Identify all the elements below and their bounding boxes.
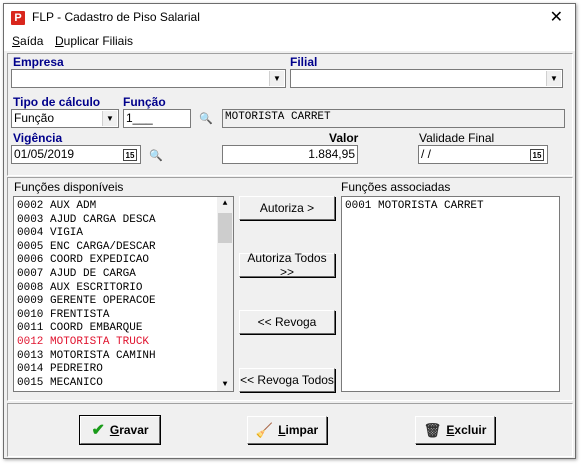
funcao-name-field: MOTORISTA CARRET xyxy=(222,109,565,128)
validade-final-value: / / xyxy=(421,147,432,161)
list-item[interactable]: 0009 GERENTE OPERACOE xyxy=(14,295,233,309)
menu-saida[interactable]: Saída xyxy=(12,34,43,48)
revoga-todos-button[interactable]: << Revoga Todos xyxy=(239,368,335,392)
list-item[interactable]: 0005 ENC CARGA/DESCAR xyxy=(14,241,233,255)
vigencia-date-input[interactable]: 01/05/2019 xyxy=(11,145,141,164)
vigencia-value: 01/05/2019 xyxy=(14,147,75,161)
close-icon[interactable]: ✕ xyxy=(550,7,563,27)
autoriza-todos-button[interactable]: Autoriza Todos >> xyxy=(239,251,335,279)
limpar-label: Limpar xyxy=(278,423,318,437)
limpar-button[interactable]: 🧹 Limpar xyxy=(247,416,327,444)
window-title: FLP - Cadastro de Piso Salarial xyxy=(32,10,200,24)
autoriza-label: Autoriza > xyxy=(259,201,315,215)
list-item[interactable]: 0004 VIGIA xyxy=(14,227,233,241)
excluir-button[interactable]: 🗑 Excluir xyxy=(415,416,495,444)
chevron-up-icon[interactable]: ▲ xyxy=(217,199,233,208)
limpar-label-rest: impar xyxy=(285,423,319,437)
empresa-label: Empresa xyxy=(13,55,64,69)
revoga-todos-label: << Revoga Todos xyxy=(240,373,334,387)
list-item[interactable]: 0002 AUX ADM xyxy=(14,200,233,214)
excluir-label-rest: xcluir xyxy=(454,423,487,437)
check-icon: ✔ xyxy=(91,422,105,439)
search-binoculars-icon[interactable]: 🔍 xyxy=(199,112,213,125)
list-item[interactable]: 0012 MOTORISTA TRUCK xyxy=(14,336,233,350)
list-item[interactable]: 0015 MECANICO xyxy=(14,377,233,391)
gravar-label: Gravar xyxy=(110,423,149,437)
scrollbar[interactable]: ▲ ▼ xyxy=(217,197,233,391)
search-binoculars-icon[interactable]: 🔍 xyxy=(149,149,163,162)
scroll-thumb[interactable] xyxy=(218,213,232,243)
funcao-code-input[interactable]: 1___ xyxy=(123,109,191,128)
gravar-button[interactable]: ✔ Gravar xyxy=(79,415,161,445)
chevron-down-icon[interactable]: ▼ xyxy=(102,111,117,126)
tipo-calculo-value: Função xyxy=(14,111,55,125)
broom-icon: 🧹 xyxy=(255,421,274,438)
validade-final-label: Validade Final xyxy=(419,131,495,145)
autoriza-todos-label: Autoriza Todos >> xyxy=(247,251,327,279)
funcoes-associadas-label: Funções associadas xyxy=(341,180,451,194)
filial-label: Filial xyxy=(290,55,318,69)
autoriza-button[interactable]: Autoriza > xyxy=(239,196,335,220)
menu-saida-label: aída xyxy=(20,34,44,48)
list-item[interactable]: 0011 COORD EMBARQUE xyxy=(14,322,233,336)
funcoes-associadas-list[interactable]: 0001 MOTORISTA CARRET xyxy=(341,196,560,392)
tipo-calculo-select[interactable]: Função ▼ xyxy=(11,109,119,128)
limpar-hotkey: L xyxy=(278,423,286,437)
calendar-icon[interactable]: 15 xyxy=(123,149,137,161)
empresa-select[interactable]: ▼ xyxy=(11,69,286,88)
menu-duplicar-label: uplicar Filiais xyxy=(63,34,134,48)
calendar-icon[interactable]: 15 xyxy=(530,149,544,161)
menu-bar: Saída Duplicar Filiais xyxy=(4,31,575,51)
title-bar: P FLP - Cadastro de Piso Salarial ✕ xyxy=(4,4,575,31)
gravar-hotkey: G xyxy=(109,423,120,437)
chevron-down-icon[interactable]: ▼ xyxy=(217,380,233,389)
list-item[interactable]: 0010 FRENTISTA xyxy=(14,309,233,323)
list-item[interactable]: 0007 AJUD DE CARGA xyxy=(14,268,233,282)
list-item[interactable]: 0001 MOTORISTA CARRET xyxy=(342,200,559,214)
list-item[interactable]: 0013 MOTORISTA CAMINH xyxy=(14,350,233,364)
vigencia-label: Vigência xyxy=(13,131,63,145)
menu-duplicar-hotkey: D xyxy=(55,34,64,48)
app-icon: P xyxy=(11,11,25,25)
trash-icon: 🗑 xyxy=(423,421,442,438)
funcoes-disponiveis-label: Funções disponíveis xyxy=(14,180,124,194)
list-item[interactable]: 0014 PEDREIRO xyxy=(14,363,233,377)
valor-label: Valor xyxy=(329,131,359,145)
funcao-label: Função xyxy=(123,95,166,109)
menu-saida-hotkey: S xyxy=(12,34,21,48)
validade-final-input[interactable]: / / xyxy=(418,145,548,164)
list-item[interactable]: 0003 AJUD CARGA DESCA xyxy=(14,214,233,228)
funcoes-disponiveis-list[interactable]: 0002 AUX ADM 0003 AJUD CARGA DESCA 0004 VI… xyxy=(13,196,234,392)
valor-input[interactable]: 1.884,95 xyxy=(222,145,358,164)
filial-select[interactable]: ▼ xyxy=(290,69,563,88)
tipo-calculo-label: Tipo de cálculo xyxy=(13,95,101,109)
main-window: P FLP - Cadastro de Piso Salarial ✕ Saíd… xyxy=(3,3,576,459)
list-item[interactable]: 0006 COORD EXPEDICAO xyxy=(14,254,233,268)
gravar-label-rest: ravar xyxy=(119,423,149,437)
list-item[interactable]: 0008 AUX ESCRITORIO xyxy=(14,282,233,296)
chevron-down-icon[interactable]: ▼ xyxy=(269,71,284,86)
funcoes-disponiveis-rows: 0002 AUX ADM 0003 AJUD CARGA DESCA 0004 VI… xyxy=(14,200,233,390)
revoga-label: << Revoga xyxy=(257,315,317,329)
menu-duplicar-filiais[interactable]: Duplicar Filiais xyxy=(55,34,133,48)
excluir-label: Excluir xyxy=(446,423,486,437)
chevron-down-icon[interactable]: ▼ xyxy=(546,71,561,86)
revoga-button[interactable]: << Revoga xyxy=(239,310,335,334)
